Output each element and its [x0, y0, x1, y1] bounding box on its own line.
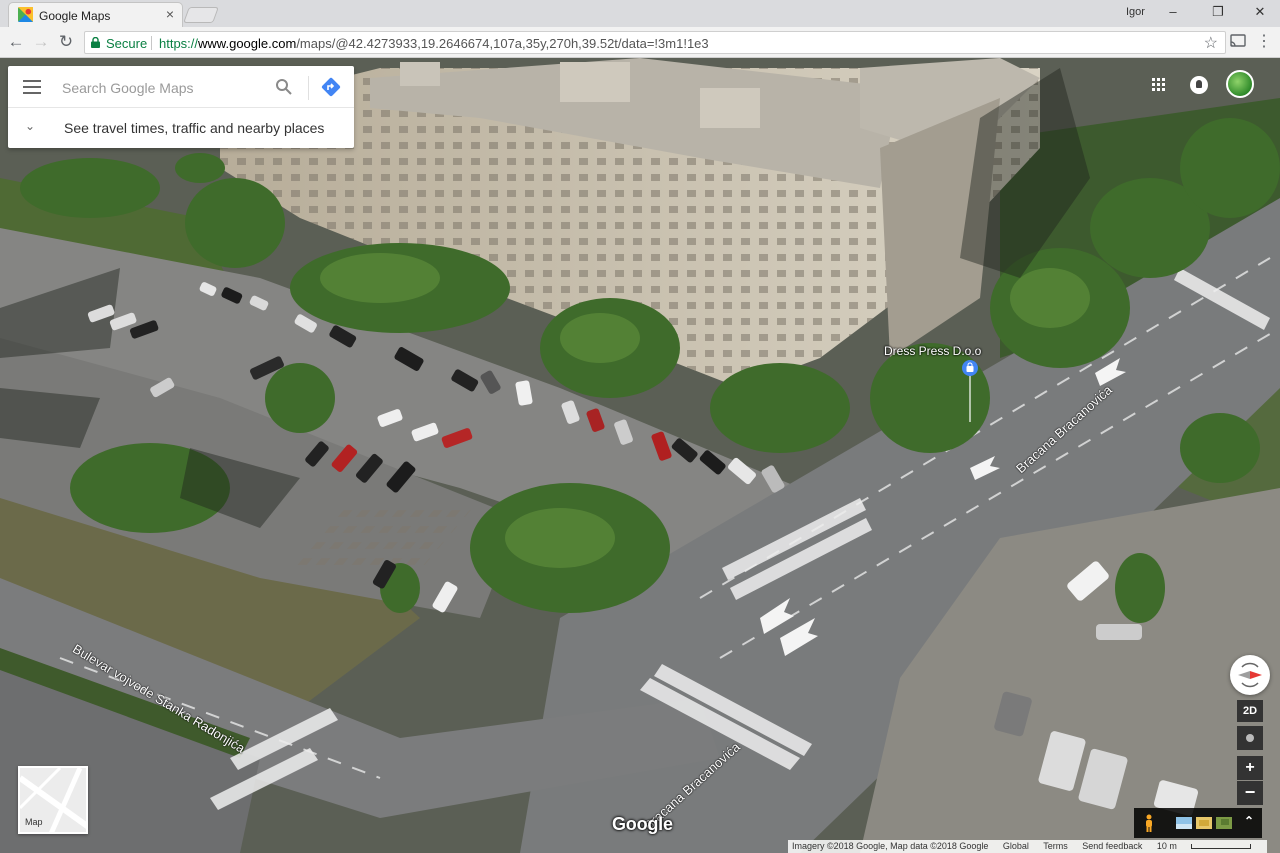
layer-thumb-satellite-icon[interactable] [1216, 817, 1232, 829]
google-logo: Google [612, 814, 673, 834]
compass-icon[interactable] [1230, 655, 1270, 695]
map-canvas[interactable]: ⌄ See travel times, traffic and nearby p… [0, 58, 1280, 853]
terms-link[interactable]: Terms [1043, 841, 1068, 851]
chevron-up-icon[interactable]: ⌃ [1244, 814, 1254, 828]
tab-title: Google Maps [39, 9, 111, 23]
scale-label[interactable]: 10 m [1157, 841, 1251, 851]
search-panel: ⌄ See travel times, traffic and nearby p… [8, 66, 354, 148]
back-icon[interactable]: ← [5, 32, 27, 54]
map-footer: Imagery ©2018 Google, Map data ©2018 Goo… [788, 840, 1267, 853]
google-maps-favicon-icon [18, 7, 33, 22]
zoom-in-button[interactable]: + [1237, 756, 1263, 780]
secure-label: Secure [106, 36, 148, 51]
apps-grid-icon[interactable] [1152, 78, 1166, 92]
layers-tray[interactable]: ⌃ [1134, 808, 1262, 838]
global-link[interactable]: Global [1003, 841, 1029, 851]
address-bar[interactable]: Secure https://www.google.com/maps/@42.4… [84, 31, 1226, 54]
poi-label[interactable]: Dress Press D.o.o [884, 344, 981, 358]
search-input[interactable] [62, 77, 262, 99]
minimap-label: Map [25, 817, 43, 827]
cast-icon[interactable] [1230, 34, 1246, 48]
scale-bar [1190, 844, 1251, 850]
travel-times-label: See travel times, traffic and nearby pla… [64, 120, 325, 136]
lock-icon [91, 37, 100, 48]
tab-close-icon[interactable]: × [166, 6, 174, 22]
search-row [8, 66, 354, 108]
url-scheme: https:// [159, 36, 199, 51]
rotate-view-icon[interactable] [1237, 726, 1263, 750]
url-text[interactable]: https://www.google.com/maps/@42.4273933,… [159, 36, 709, 51]
compass-needle [1238, 662, 1262, 688]
chevron-down-icon: ⌄ [25, 119, 36, 133]
bookmark-star-icon[interactable]: ☆ [1204, 33, 1218, 53]
url-host: www.google.com [198, 36, 297, 51]
minimize-icon[interactable]: – [1163, 3, 1183, 21]
browser-menu-icon[interactable]: ⋮ [1256, 31, 1272, 51]
browser-titlebar: Google Maps × Igor – ❐ ✕ [0, 0, 1280, 27]
notifications-icon[interactable] [1190, 76, 1208, 94]
browser-tab[interactable]: Google Maps × [8, 2, 183, 27]
tilt-2d-button[interactable]: 2D [1237, 700, 1263, 722]
map-view-toggle[interactable]: Map [18, 766, 88, 834]
layer-thumb-transit-icon[interactable] [1196, 817, 1212, 829]
search-icon[interactable] [275, 78, 293, 96]
search-divider [308, 76, 309, 100]
send-feedback-link[interactable]: Send feedback [1082, 841, 1142, 851]
satellite-imagery [0, 58, 1280, 853]
close-window-icon[interactable]: ✕ [1250, 3, 1270, 21]
new-tab-button[interactable] [183, 7, 219, 23]
profile-name[interactable]: Igor [1126, 6, 1145, 18]
pegman-icon[interactable] [1144, 814, 1154, 832]
menu-icon[interactable] [23, 80, 41, 94]
forward-icon[interactable]: → [30, 32, 52, 54]
browser-toolbar: ← → ↻ Secure https://www.google.com/maps… [0, 27, 1280, 58]
url-path: /maps/@42.4273933,19.2646674,107a,35y,27… [296, 36, 709, 51]
attribution-text: Imagery ©2018 Google, Map data ©2018 Goo… [792, 841, 989, 851]
maximize-icon[interactable]: ❐ [1208, 3, 1228, 21]
reload-icon[interactable]: ↻ [55, 32, 77, 54]
scale-text: 10 m [1156, 841, 1177, 851]
zoom-out-button[interactable]: − [1237, 781, 1263, 805]
travel-times-toggle[interactable]: ⌄ See travel times, traffic and nearby p… [8, 108, 354, 148]
directions-icon[interactable] [321, 77, 341, 97]
avatar[interactable] [1226, 70, 1254, 98]
shopping-bag-icon[interactable] [962, 360, 978, 422]
layer-thumb-terrain-icon[interactable] [1176, 817, 1192, 829]
address-separator [151, 36, 152, 50]
